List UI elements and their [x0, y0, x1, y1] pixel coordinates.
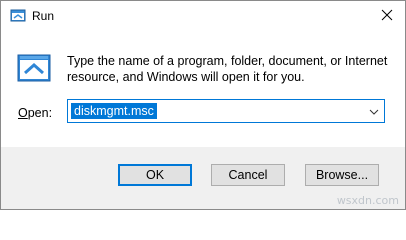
run-icon	[17, 53, 51, 85]
browse-button[interactable]: Browse...	[305, 164, 379, 186]
window-title: Run	[32, 9, 55, 23]
open-input[interactable]: diskmgmt.msc	[71, 103, 157, 119]
run-icon	[10, 9, 26, 23]
watermark: wsxdn.com	[336, 194, 399, 207]
cancel-button[interactable]: Cancel	[211, 164, 285, 186]
ok-button[interactable]: OK	[118, 164, 192, 186]
open-label: Open:	[18, 106, 53, 120]
title-bar[interactable]: Run	[1, 1, 405, 31]
open-combobox[interactable]: diskmgmt.msc	[67, 99, 385, 123]
dialog-description: Type the name of a program, folder, docu…	[67, 54, 388, 84]
button-bar: OK Cancel Browse... wsxdn.com	[1, 147, 405, 209]
run-dialog: Run Type the name of a program, folder, …	[0, 0, 406, 210]
chevron-down-icon	[369, 104, 379, 118]
close-button[interactable]	[369, 1, 405, 31]
close-icon	[381, 9, 393, 24]
dropdown-button[interactable]	[364, 100, 384, 122]
